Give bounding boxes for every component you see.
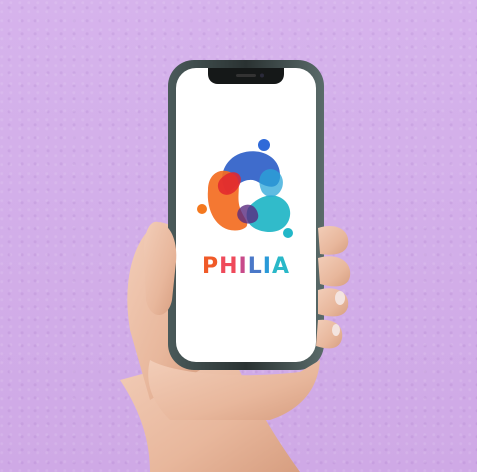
fingernail-1: [335, 291, 345, 305]
brand-letter: I: [238, 254, 248, 279]
fingernail-2: [332, 324, 340, 336]
logo-head-left: [197, 204, 207, 214]
finger-top: [318, 225, 349, 255]
speaker: [236, 74, 256, 77]
brand-letter: H: [219, 254, 239, 279]
brand-letter: A: [271, 254, 290, 279]
logo-head-top: [258, 139, 270, 151]
finger-2: [318, 256, 351, 287]
brand-name: PHILIA: [176, 254, 316, 279]
thumb: [144, 221, 177, 315]
brand-letter: P: [202, 254, 220, 279]
logo-head-right: [283, 228, 293, 238]
brand-letter: I: [262, 254, 272, 279]
photo-scene: [120, 60, 351, 472]
camera: [260, 73, 264, 78]
brand-letter: L: [247, 254, 263, 279]
